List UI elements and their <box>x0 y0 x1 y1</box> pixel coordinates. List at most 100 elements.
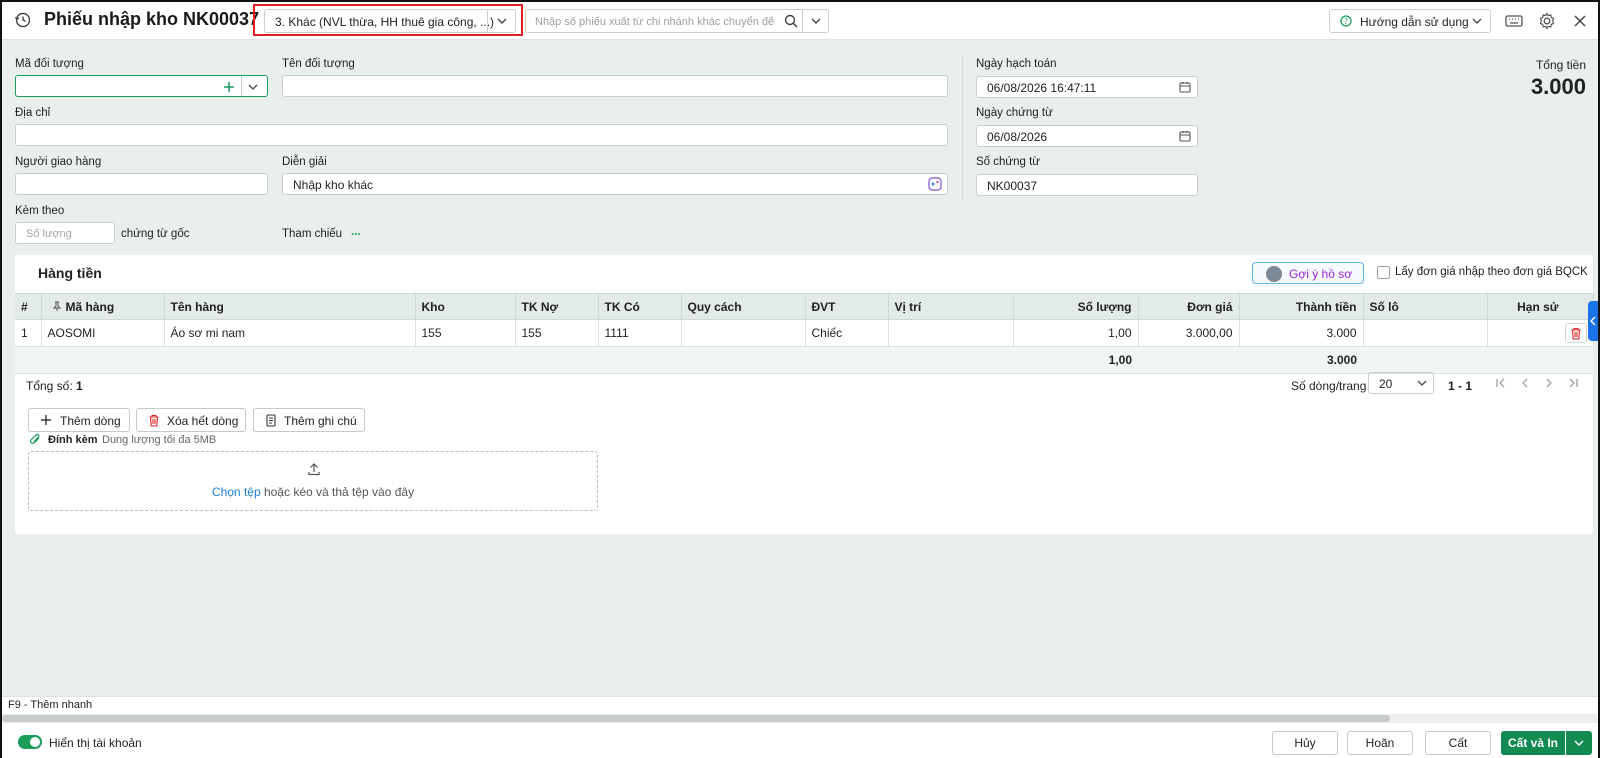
cell-index: 1 <box>15 319 42 347</box>
col-header-location[interactable]: Vị trí <box>888 293 1014 320</box>
divider <box>241 76 242 96</box>
first-page-icon[interactable] <box>1494 376 1508 390</box>
cell-warehouse[interactable]: 155 <box>415 319 516 347</box>
calendar-icon[interactable] <box>1179 130 1191 142</box>
shortcut-bar: F9 - Thêm nhanh <box>2 696 1598 714</box>
save-button[interactable]: Cất <box>1425 731 1491 755</box>
rows-per-page-value: 20 <box>1379 377 1393 391</box>
avg-price-checkbox[interactable] <box>1377 266 1390 279</box>
total-value: 3.000 <box>1530 74 1586 99</box>
paperclip-icon <box>30 433 40 444</box>
original-docs-qty-field[interactable]: Số lượng <box>15 222 115 244</box>
description-value: Nhập kho khác <box>293 178 374 192</box>
col-header-unit[interactable]: ĐVT <box>805 293 889 320</box>
col-header-code-label: Mã hàng <box>65 299 115 314</box>
delete-all-rows-button[interactable]: Xóa hết dòng <box>136 408 246 432</box>
transfer-search-placeholder: Nhập số phiếu xuất từ chi nhánh khác chu… <box>535 16 775 28</box>
toggle-knob <box>30 737 40 747</box>
pin-icon[interactable] <box>52 301 62 312</box>
description-field[interactable]: Nhập kho khác <box>282 173 948 195</box>
rows-per-page-select[interactable]: 20 <box>1368 372 1434 394</box>
col-header-price[interactable]: Đơn giá <box>1138 293 1240 320</box>
cell-amount[interactable]: 3.000 <box>1239 319 1364 347</box>
last-page-icon[interactable] <box>1566 376 1580 390</box>
cancel-button[interactable]: Hủy <box>1272 731 1338 755</box>
search-dropdown[interactable] <box>802 10 828 32</box>
address-field[interactable] <box>15 124 948 146</box>
col-header-qty[interactable]: Số lượng <box>1013 293 1139 320</box>
cell-code[interactable]: AOSOMI <box>41 319 165 347</box>
page-title: Phiếu nhập kho NK00037 <box>44 9 260 29</box>
doc-date-field[interactable]: 06/08/2026 <box>976 125 1198 147</box>
cell-lot[interactable] <box>1363 319 1488 347</box>
attachment-hint: Dung lượng tối đa 5MB <box>102 434 217 446</box>
col-header-code[interactable]: Mã hàng <box>41 293 165 320</box>
footer-bar: Hiển thị tài khoản Hủy Hoãn Cất Cất và I… <box>2 723 1598 758</box>
undo-button[interactable]: Hoãn <box>1347 731 1413 755</box>
shortcut-hint: F9 - Thêm nhanh <box>8 699 93 711</box>
history-icon[interactable] <box>14 11 32 29</box>
doc-date-label: Ngày chứng từ <box>976 107 1053 119</box>
doc-no-label: Số chứng từ <box>976 156 1040 168</box>
doc-no-value: NK00037 <box>987 179 1038 193</box>
calendar-icon[interactable] <box>1179 81 1191 93</box>
count-label: Tổng số: <box>26 379 73 393</box>
add-row-button[interactable]: Thêm dòng <box>28 408 130 432</box>
save-and-print-button[interactable]: Cất và In <box>1501 731 1565 755</box>
cell-qty[interactable]: 1,00 <box>1013 319 1139 347</box>
cell-spec[interactable] <box>681 319 806 347</box>
table-row[interactable]: 1 AOSOMI Áo sơ mi nam 155 155 1111 Chiếc… <box>15 319 1594 347</box>
col-header-amount[interactable]: Thành tiền <box>1239 293 1364 320</box>
col-header-debit[interactable]: TK Nợ <box>515 293 599 320</box>
avatar <box>1266 266 1282 282</box>
scrollbar-thumb[interactable] <box>2 715 1390 722</box>
posting-date-field[interactable]: 06/08/2026 16:47:11 <box>976 76 1198 98</box>
keyboard-icon[interactable] <box>1504 11 1524 31</box>
object-code-field[interactable] <box>15 75 268 97</box>
col-header-credit[interactable]: TK Có <box>598 293 682 320</box>
search-icon[interactable] <box>784 14 798 28</box>
show-accounts-toggle[interactable] <box>18 735 42 749</box>
col-header-warehouse[interactable]: Kho <box>415 293 516 320</box>
add-note-button[interactable]: Thêm ghi chú <box>253 408 365 432</box>
reference-link[interactable]: ... <box>351 226 361 238</box>
object-name-field[interactable] <box>282 75 948 97</box>
header-bar: Phiếu nhập kho NK00037 3. Khác (NVL thừa… <box>2 2 1598 40</box>
app-window: Phiếu nhập kho NK00037 3. Khác (NVL thừa… <box>0 0 1600 758</box>
gear-icon[interactable] <box>1537 11 1557 31</box>
plus-icon[interactable] <box>222 80 236 94</box>
col-header-spec[interactable]: Quy cách <box>681 293 806 320</box>
ai-suggest-icon[interactable] <box>928 177 942 191</box>
suggest-profile-button[interactable]: Gợi ý hồ sơ <box>1252 262 1364 284</box>
next-page-icon[interactable] <box>1542 376 1556 390</box>
choose-file-link[interactable]: Chọn tệp <box>212 485 261 499</box>
note-icon <box>266 414 276 427</box>
cell-price[interactable]: 3.000,00 <box>1138 319 1240 347</box>
col-header-name[interactable]: Tên hàng <box>164 293 416 320</box>
col-header-lot[interactable]: Số lô <box>1363 293 1488 320</box>
horizontal-scrollbar[interactable] <box>2 714 1598 723</box>
suggest-label: Gợi ý hồ sơ <box>1289 267 1353 281</box>
cell-credit[interactable]: 1111 <box>598 319 682 347</box>
cell-location[interactable] <box>888 319 1014 347</box>
object-code-label: Mã đối tượng <box>15 58 84 70</box>
cell-unit[interactable]: Chiếc <box>805 319 889 347</box>
chevron-down-icon[interactable] <box>247 81 259 93</box>
help-button[interactable]: ? Hướng dẫn sử dụng <box>1329 9 1491 33</box>
col-header-expiry[interactable]: Hạn sử <box>1487 293 1594 320</box>
divider <box>962 56 963 200</box>
qty-placeholder: Số lượng <box>26 228 72 240</box>
delete-row-button[interactable] <box>1564 323 1587 343</box>
deliverer-field[interactable] <box>15 173 268 195</box>
save-options-dropdown[interactable] <box>1566 731 1592 755</box>
cell-debit[interactable]: 155 <box>515 319 599 347</box>
address-label: Địa chỉ <box>15 107 51 119</box>
transfer-search-field[interactable]: Nhập số phiếu xuất từ chi nhánh khác chu… <box>525 9 829 33</box>
close-icon[interactable] <box>1570 11 1590 31</box>
cell-expiry[interactable] <box>1487 319 1594 347</box>
doc-no-field[interactable]: NK00037 <box>976 174 1198 196</box>
file-dropzone[interactable]: Chọn tệp hoặc kéo và thả tệp vào đây <box>28 451 598 511</box>
cell-name[interactable]: Áo sơ mi nam <box>164 319 416 347</box>
prev-page-icon[interactable] <box>1518 376 1532 390</box>
side-panel-toggle[interactable] <box>1588 301 1598 341</box>
